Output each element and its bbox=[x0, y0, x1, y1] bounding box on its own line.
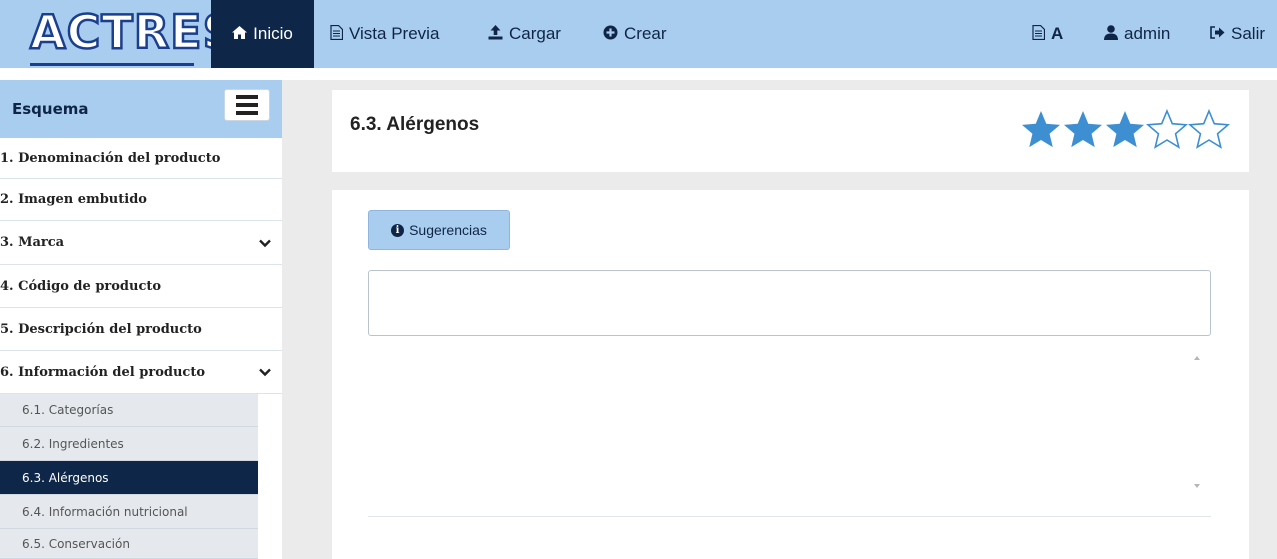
content-divider bbox=[368, 516, 1211, 517]
page-title: 6.3. Alérgenos bbox=[350, 114, 480, 135]
sidebar-item-label: 3. Marca bbox=[0, 235, 65, 250]
sidebar-subitem-label: 6.1. Categorías bbox=[22, 403, 114, 417]
sidebar-item-label: 1. Denominación del producto bbox=[0, 150, 221, 166]
nav-cargar[interactable]: Cargar bbox=[488, 0, 561, 68]
nav-salir[interactable]: Salir bbox=[1210, 0, 1265, 68]
sidebar-item-informacion[interactable]: 6. Información del producto bbox=[0, 351, 282, 394]
sidebar: Esquema 1. Denominación del producto 2. … bbox=[0, 80, 282, 559]
navbar: ACTRES Inicio Vista Previa Cargar Crear bbox=[0, 0, 1277, 68]
upload-icon bbox=[488, 24, 503, 44]
content-card: i Sugerencias bbox=[332, 190, 1249, 559]
nav-salir-label: Salir bbox=[1231, 24, 1266, 43]
star-filled-icon[interactable] bbox=[1105, 111, 1145, 148]
sidebar-header: Esquema bbox=[0, 80, 282, 138]
sidebar-item-label: 4. Código de producto bbox=[0, 278, 162, 294]
logo-underline bbox=[30, 63, 194, 66]
sidebar-item-imagen[interactable]: 2. Imagen embutido bbox=[0, 179, 282, 221]
hamburger-line bbox=[236, 95, 258, 99]
user-icon bbox=[1104, 24, 1118, 44]
nav-crear-label: Crear bbox=[624, 24, 667, 43]
sidebar-subitem-categorias[interactable]: 6.1. Categorías bbox=[0, 394, 258, 427]
section-header-card: 6.3. Alérgenos bbox=[332, 90, 1249, 172]
star-rating-graphic bbox=[1021, 108, 1231, 149]
sidebar-item-label: 6. Información del producto bbox=[0, 364, 205, 380]
sidebar-title: Esquema bbox=[12, 100, 89, 118]
star-filled-icon[interactable] bbox=[1063, 111, 1103, 148]
plus-circle-icon bbox=[603, 25, 618, 44]
sidebar-subitem-informacion-nutricional[interactable]: 6.4. Información nutricional bbox=[0, 495, 258, 529]
top-navigation: ACTRES Inicio Vista Previa Cargar Crear bbox=[0, 0, 1277, 80]
sidebar-subitem-alergenos[interactable]: 6.3. Alérgenos bbox=[0, 461, 258, 495]
info-icon: i bbox=[391, 223, 405, 237]
allergens-textarea[interactable] bbox=[368, 348, 1211, 496]
suggestions-button-label: Sugerencias bbox=[409, 222, 487, 238]
nav-vista-previa[interactable]: Vista Previa bbox=[330, 0, 439, 68]
allergens-input[interactable] bbox=[368, 270, 1211, 336]
sidebar-item-codigo[interactable]: 4. Código de producto bbox=[0, 265, 282, 308]
home-icon bbox=[232, 25, 248, 43]
nav-inicio-label: Inicio bbox=[253, 24, 293, 43]
sidebar-item-label: 2. Imagen embutido bbox=[0, 192, 147, 207]
sidebar-item-denominacion[interactable]: 1. Denominación del producto bbox=[0, 138, 282, 179]
chevron-down-icon bbox=[258, 365, 272, 379]
chevron-down-icon bbox=[258, 236, 272, 250]
nav-admin[interactable]: admin bbox=[1104, 0, 1170, 68]
sidebar-item-label: 5. Descripción del producto bbox=[0, 321, 202, 337]
nav-crear[interactable]: Crear bbox=[603, 0, 667, 68]
nav-cargar-label: Cargar bbox=[509, 24, 561, 43]
document-icon bbox=[330, 24, 344, 44]
star-filled-icon[interactable] bbox=[1021, 111, 1061, 148]
nav-language-label: A bbox=[1051, 24, 1064, 43]
sidebar-subitem-label: 6.4. Información nutricional bbox=[22, 504, 188, 519]
star-empty-icon[interactable] bbox=[1187, 108, 1231, 149]
hamburger-menu-button[interactable] bbox=[224, 89, 270, 121]
app-logo[interactable]: ACTRES bbox=[29, 4, 237, 61]
sidebar-subitem-conservacion[interactable]: 6.5. Conservación bbox=[0, 529, 258, 559]
nav-vista-previa-label: Vista Previa bbox=[349, 24, 440, 43]
scroll-down-arrow-icon[interactable] bbox=[1194, 484, 1200, 488]
star-rating[interactable] bbox=[1020, 108, 1232, 152]
scroll-up-arrow-icon[interactable] bbox=[1194, 356, 1200, 360]
document-icon bbox=[1032, 24, 1046, 44]
sidebar-item-marca[interactable]: 3. Marca bbox=[0, 221, 282, 265]
sidebar-subitem-ingredientes[interactable]: 6.2. Ingredientes bbox=[0, 427, 258, 461]
textarea-scrollbar[interactable] bbox=[1188, 348, 1206, 496]
star-empty-icon[interactable] bbox=[1145, 108, 1189, 149]
nav-language[interactable]: A bbox=[1032, 0, 1063, 68]
nav-admin-label: admin bbox=[1124, 24, 1171, 43]
sidebar-subitem-label: 6.5. Conservación bbox=[22, 536, 130, 551]
sidebar-subitem-label: 6.2. Ingredientes bbox=[22, 436, 124, 451]
hamburger-line bbox=[236, 103, 258, 107]
suggestions-button[interactable]: i Sugerencias bbox=[368, 210, 510, 250]
sign-out-icon bbox=[1210, 25, 1225, 43]
sidebar-subitem-label: 6.3. Alérgenos bbox=[22, 470, 109, 485]
hamburger-line bbox=[236, 111, 258, 115]
nav-inicio[interactable]: Inicio bbox=[211, 0, 314, 68]
sidebar-item-descripcion[interactable]: 5. Descripción del producto bbox=[0, 308, 282, 351]
